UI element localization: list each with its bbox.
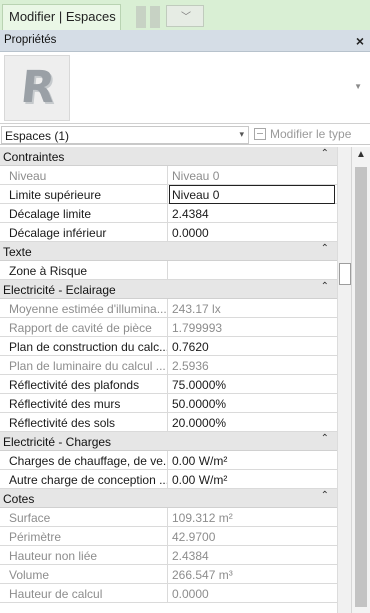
property-row: Rapport de cavité de pièce 1.799993 xyxy=(0,318,337,337)
group-header[interactable]: Electricité - Charges ⌃ xyxy=(0,432,337,451)
property-label: Surface xyxy=(0,508,168,527)
grid-scrollbar[interactable] xyxy=(337,147,351,613)
property-row: Hauteur de calcul 0.0000 xyxy=(0,584,337,603)
property-value[interactable]: 0.0000 xyxy=(169,223,336,242)
edit-type-button[interactable]: Modifier le type xyxy=(254,127,351,141)
instance-filter-dropdown[interactable]: Espaces (1) ▾ xyxy=(1,126,249,144)
edit-type-label: Modifier le type xyxy=(270,127,352,141)
property-value: 1.799993 xyxy=(172,321,223,335)
type-selector[interactable]: R ▼ xyxy=(0,52,370,124)
properties-grid: Contraintes ⌃ Niveau Niveau 0 Limite supérie… xyxy=(0,147,337,603)
property-row: Plan de construction du calc... 0.7620 xyxy=(0,337,337,356)
chevron-double-up-icon[interactable]: ⌃ xyxy=(321,433,329,444)
property-row: Décalage inférieur 0.0000 xyxy=(0,223,337,242)
property-value: 42.9700 xyxy=(172,530,216,544)
property-label: Plan de construction du calc... xyxy=(0,337,168,356)
revit-logo-icon: R xyxy=(18,62,58,113)
property-row: Hauteur non liée 2.4384 xyxy=(0,546,337,565)
property-row: Limite supérieure Niveau 0 xyxy=(0,185,337,204)
property-row: Décalage limite 2.4384 xyxy=(0,204,337,223)
chevron-double-up-icon[interactable]: ⌃ xyxy=(321,148,329,159)
scroll-thumb[interactable] xyxy=(339,263,351,285)
group-label: Electricité - Eclairage xyxy=(3,283,116,297)
property-row: Volume 266.547 m³ xyxy=(0,565,337,584)
property-label: Hauteur de calcul xyxy=(0,584,168,603)
group-label: Electricité - Charges xyxy=(3,435,112,449)
instance-filter-value: Espaces (1) xyxy=(5,129,70,143)
property-label: Niveau xyxy=(0,166,168,185)
type-thumbnail: R xyxy=(4,55,70,121)
scroll-up-icon[interactable]: ▲ xyxy=(356,149,366,160)
property-label: Décalage inférieur xyxy=(0,223,168,242)
chevron-double-up-icon[interactable]: ⌃ xyxy=(321,281,329,292)
property-value[interactable]: 75.0000% xyxy=(169,375,336,394)
property-value: 0.0000 xyxy=(172,587,209,601)
property-value: 2.4384 xyxy=(172,549,209,563)
group-label: Cotes xyxy=(3,492,35,506)
property-row: Plan de luminaire du calcul ... 2.5936 xyxy=(0,356,337,375)
property-row: Moyenne estimée d'illumina... 243.17 lx xyxy=(0,299,337,318)
group-header[interactable]: Contraintes ⌃ xyxy=(0,147,337,166)
property-value[interactable]: 2.4384 xyxy=(169,204,336,223)
chevron-down-icon: ▾ xyxy=(239,129,244,139)
group-header[interactable]: Cotes ⌃ xyxy=(0,489,337,508)
panel-title: Propriétés xyxy=(0,30,370,52)
property-value[interactable] xyxy=(169,261,336,280)
chevron-double-up-icon[interactable]: ⌃ xyxy=(321,490,329,501)
property-value: 266.547 m³ xyxy=(172,568,233,582)
ribbon: Modifier | Espaces ﹀ xyxy=(0,0,370,30)
type-dropdown-icon[interactable]: ▼ xyxy=(354,82,362,91)
property-label: Décalage limite xyxy=(0,204,168,223)
property-label: Hauteur non liée xyxy=(0,546,168,565)
ribbon-tab-modifier-espaces[interactable]: Modifier | Espaces xyxy=(2,4,121,30)
property-value[interactable]: 0.00 W/m² xyxy=(169,451,336,470)
edit-type-icon xyxy=(254,128,266,140)
panel-scroll-thumb[interactable] xyxy=(355,167,367,607)
property-value[interactable]: Niveau 0 xyxy=(169,185,335,204)
chevron-double-up-icon[interactable]: ⌃ xyxy=(321,243,329,254)
property-row: Périmètre 42.9700 xyxy=(0,527,337,546)
property-label: Limite supérieure xyxy=(0,185,168,204)
property-label: Autre charge de conception ... xyxy=(0,470,168,489)
ribbon-panel-separator xyxy=(150,6,160,28)
property-label: Réflectivité des sols xyxy=(0,413,168,432)
group-label: Texte xyxy=(3,245,32,259)
ribbon-panel-separator xyxy=(136,6,146,28)
property-row: Réflectivité des murs 50.0000% xyxy=(0,394,337,413)
property-value[interactable]: 0.00 W/m² xyxy=(169,470,336,489)
property-row: Charges de chauffage, de ve... 0.00 W/m² xyxy=(0,451,337,470)
property-label: Réflectivité des murs xyxy=(0,394,168,413)
property-value: 2.5936 xyxy=(172,359,209,373)
group-header[interactable]: Texte ⌃ xyxy=(0,242,337,261)
chevron-down-icon: ﹀ xyxy=(181,12,191,23)
property-value[interactable]: 20.0000% xyxy=(169,413,336,432)
property-label: Zone à Risque xyxy=(0,261,168,280)
panel-scrollbar[interactable]: ▲ xyxy=(351,147,370,613)
property-value: Niveau 0 xyxy=(172,169,220,183)
property-row: Niveau Niveau 0 xyxy=(0,166,337,185)
property-value: 243.17 lx xyxy=(172,302,221,316)
instance-selector-bar: Espaces (1) ▾ Modifier le type xyxy=(0,125,370,145)
group-label: Contraintes xyxy=(3,150,65,164)
property-row: Zone à Risque xyxy=(0,261,337,280)
property-value[interactable]: 0.7620 xyxy=(169,337,336,356)
property-row: Réflectivité des plafonds 75.0000% xyxy=(0,375,337,394)
property-label: Volume xyxy=(0,565,168,584)
property-label: Périmètre xyxy=(0,527,168,546)
property-label: Rapport de cavité de pièce xyxy=(0,318,168,337)
property-label: Charges de chauffage, de ve... xyxy=(0,451,168,470)
property-row: Autre charge de conception ... 0.00 W/m² xyxy=(0,470,337,489)
close-icon[interactable]: × xyxy=(356,30,364,52)
property-value: 109.312 m² xyxy=(172,511,233,525)
property-label: Moyenne estimée d'illumina... xyxy=(0,299,168,318)
ribbon-dropdown[interactable]: ﹀ xyxy=(166,5,204,27)
property-label: Réflectivité des plafonds xyxy=(0,375,168,394)
property-label: Plan de luminaire du calcul ... xyxy=(0,356,168,375)
group-header[interactable]: Electricité - Eclairage ⌃ xyxy=(0,280,337,299)
property-row: Surface 109.312 m² xyxy=(0,508,337,527)
property-value[interactable]: 50.0000% xyxy=(169,394,336,413)
property-row: Réflectivité des sols 20.0000% xyxy=(0,413,337,432)
